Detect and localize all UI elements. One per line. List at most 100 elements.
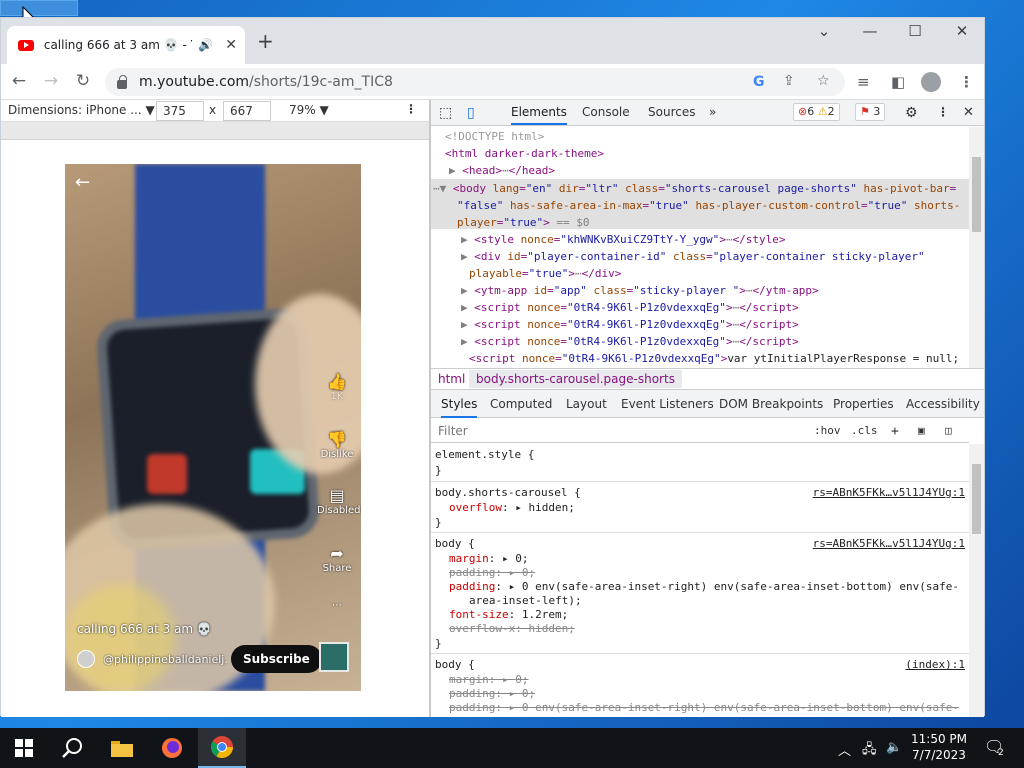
device-toggle-icon[interactable]: ▯ (467, 105, 475, 121)
show-hidden-icons-icon[interactable]: ︿ (838, 740, 851, 759)
close-window-icon[interactable]: ✕ (947, 22, 977, 40)
new-tab-icon[interactable]: + (257, 29, 274, 53)
chrome-menu-icon[interactable]: ⋮ (959, 73, 974, 91)
devtools-menu-icon[interactable]: ⋮ (937, 105, 949, 119)
back-arrow-icon[interactable]: ← (75, 172, 90, 193)
system-clock[interactable]: 11:50 PM 7/7/2023 (908, 731, 970, 763)
selector-body-index[interactable]: body { (435, 658, 475, 671)
dom-line-script-4[interactable]: <script nonce="0tR4-9K6l-P1z0vdexxqEg">v… (469, 352, 959, 365)
firefox-button[interactable] (148, 728, 196, 768)
dom-scrollbar[interactable] (969, 127, 984, 368)
filter-input[interactable]: Filter (438, 424, 468, 438)
dom-line-doctype[interactable]: <!DOCTYPE html> (445, 130, 544, 143)
prop-padding-overridden-3[interactable]: padding: ▸ 0 env(safe-area-inset-right) … (449, 701, 959, 714)
profile-avatar-icon[interactable] (921, 72, 941, 92)
selector-body-shorts-carousel[interactable]: body.shorts-carousel { (435, 486, 581, 499)
tab-dom-breakpoints[interactable]: DOM Breakpoints (719, 397, 823, 411)
prop-overflow-x[interactable]: overflow-x: hidden; (449, 622, 575, 635)
prop-padding[interactable]: padding: ▸ 0 env(safe-area-inset-right) … (449, 580, 959, 593)
side-panel-icon[interactable]: ◧ (891, 73, 905, 91)
prop-overflow[interactable]: overflow: ▸ hidden; (449, 501, 575, 514)
inspect-element-icon[interactable]: ⬚ (439, 105, 452, 121)
close-tab-icon[interactable]: ✕ (225, 37, 237, 53)
prop-padding-overridden-2[interactable]: padding: ▸ 0; (449, 687, 535, 700)
channel-name[interactable]: @philippineballdanielj... (103, 653, 227, 666)
tab-styles[interactable]: Styles (441, 397, 478, 418)
rule-source-link[interactable]: rs=ABnK5FKk…v5l1J4YUg:1 (813, 537, 965, 550)
breadcrumb-html[interactable]: html (438, 372, 465, 386)
rule-source-link[interactable]: rs=ABnK5FKk…v5l1J4YUg:1 (813, 486, 965, 499)
prop-margin-overridden[interactable]: margin: ▸ 0; (449, 673, 529, 686)
reload-icon[interactable]: ↻ (71, 71, 95, 91)
cls-toggle[interactable]: .cls (851, 424, 878, 437)
google-lens-icon[interactable]: G (753, 74, 765, 90)
tab-properties[interactable]: Properties (833, 397, 894, 411)
more-tabs-icon[interactable]: » (709, 105, 716, 119)
computed-styles-icon[interactable]: ▣ (918, 424, 925, 437)
settings-gear-icon[interactable]: ⚙ (905, 105, 918, 121)
tab-elements[interactable]: Elements (511, 105, 567, 125)
comments-button[interactable]: ▤ Disabled (317, 486, 360, 516)
issues-badge[interactable]: ⚑ 3 (855, 103, 886, 121)
network-icon[interactable]: 🖧 (862, 740, 877, 762)
omnibox[interactable]: m.youtube.com/shorts/19c-am_TIC8 G ⇪ ☆ (105, 68, 845, 96)
new-rule-icon[interactable]: + (891, 424, 899, 439)
tab-console[interactable]: Console (582, 105, 630, 119)
dom-line-html[interactable]: <html darker-dark-theme> (445, 147, 604, 160)
minimize-icon[interactable]: — (855, 22, 885, 40)
sound-thumbnail[interactable] (319, 642, 349, 672)
dom-line-head[interactable]: ▶ <head>⋯</head> (449, 164, 555, 177)
tab-layout[interactable]: Layout (566, 397, 607, 411)
browser-tab[interactable]: calling 666 at 3 am 💀 - You 🔊 ✕ (7, 26, 245, 64)
like-button[interactable]: 👍 1K (317, 372, 357, 402)
prop-font-size[interactable]: font-size: 1.2rem; (449, 608, 568, 621)
chrome-taskbar-button[interactable] (198, 728, 246, 768)
dimensions-dropdown[interactable]: Dimensions: iPhone ... ▼ (8, 103, 155, 117)
short-video[interactable]: ← 👍 1K 👎 Dislike ▤ Disabled ➦ Share ⋯ callin… (65, 164, 361, 691)
height-input[interactable]: 667 (223, 101, 271, 121)
dislike-button[interactable]: 👎 Dislike (317, 430, 357, 460)
subscribe-button[interactable]: Subscribe (231, 645, 322, 673)
dom-line-div[interactable]: ▶ <div id="player-container-id" class="p… (461, 250, 925, 263)
url-text[interactable]: m.youtube.com/shorts/19c-am_TIC8 (139, 74, 393, 90)
dom-scroll-thumb[interactable] (972, 157, 981, 232)
media-controls-icon[interactable]: ≡ (857, 73, 870, 91)
dom-line-script-3[interactable]: ▶ <script nonce="0tR4-9K6l-P1z0vdexxqEg"… (461, 335, 799, 348)
audio-playing-icon[interactable]: 🔊 (198, 38, 213, 52)
hov-toggle[interactable]: :hov (814, 424, 841, 437)
channel-avatar[interactable] (77, 650, 95, 668)
toggle-sidebar-icon[interactable]: ◫ (945, 424, 952, 437)
zoom-dropdown[interactable]: 79% ▼ (289, 103, 329, 117)
dom-line-style[interactable]: ▶ <style nonce="khWNKvBXuiCZ9TtY-Y_ygw">… (461, 233, 786, 246)
file-explorer-button[interactable] (98, 728, 146, 768)
more-options-icon[interactable]: ⋯ (317, 600, 357, 611)
dom-line-script-2[interactable]: ▶ <script nonce="0tR4-9K6l-P1z0vdexxqEg"… (461, 318, 799, 331)
share-icon[interactable]: ⇪ (783, 73, 795, 89)
dom-line-script-1[interactable]: ▶ <script nonce="0tR4-9K6l-P1z0vdexxqEg"… (461, 301, 799, 314)
forward-icon[interactable]: → (39, 71, 63, 91)
maximize-icon[interactable]: ☐ (900, 22, 930, 40)
tab-computed[interactable]: Computed (490, 397, 552, 411)
breadcrumb-body[interactable]: body.shorts-carousel.page-shorts (469, 370, 682, 388)
styles-scroll-thumb[interactable] (972, 464, 981, 534)
close-devtools-icon[interactable]: ✕ (963, 105, 974, 120)
width-input[interactable]: 375 (156, 101, 204, 121)
styles-scrollbar[interactable] (969, 444, 984, 717)
prop-margin[interactable]: margin: ▸ 0; (449, 552, 529, 565)
dom-line-body[interactable]: ⋯▼ <body lang="en" dir="ltr" class="shor… (433, 182, 956, 195)
tab-event-listeners[interactable]: Event Listeners (621, 397, 714, 411)
back-icon[interactable]: ← (7, 71, 31, 91)
selector-element-style[interactable]: element.style { (435, 448, 534, 461)
search-button[interactable] (48, 728, 96, 768)
volume-icon[interactable]: 🔈 (886, 740, 902, 755)
prop-padding-overridden[interactable]: padding: ▸ 0; (449, 566, 535, 579)
device-menu-icon[interactable]: ⋮ (405, 102, 417, 116)
selector-body[interactable]: body { (435, 537, 475, 550)
tab-accessibility[interactable]: Accessibility (906, 397, 980, 411)
bookmark-star-icon[interactable]: ☆ (817, 73, 830, 89)
start-button[interactable] (0, 728, 48, 768)
rule-source-link[interactable]: (index):1 (905, 658, 965, 671)
dom-line-ytm-app[interactable]: ▶ <ytm-app id="app" class="sticky-player… (461, 284, 819, 297)
share-button[interactable]: ➦ Share (317, 544, 357, 574)
tab-search-icon[interactable]: ⌄ (809, 22, 839, 40)
